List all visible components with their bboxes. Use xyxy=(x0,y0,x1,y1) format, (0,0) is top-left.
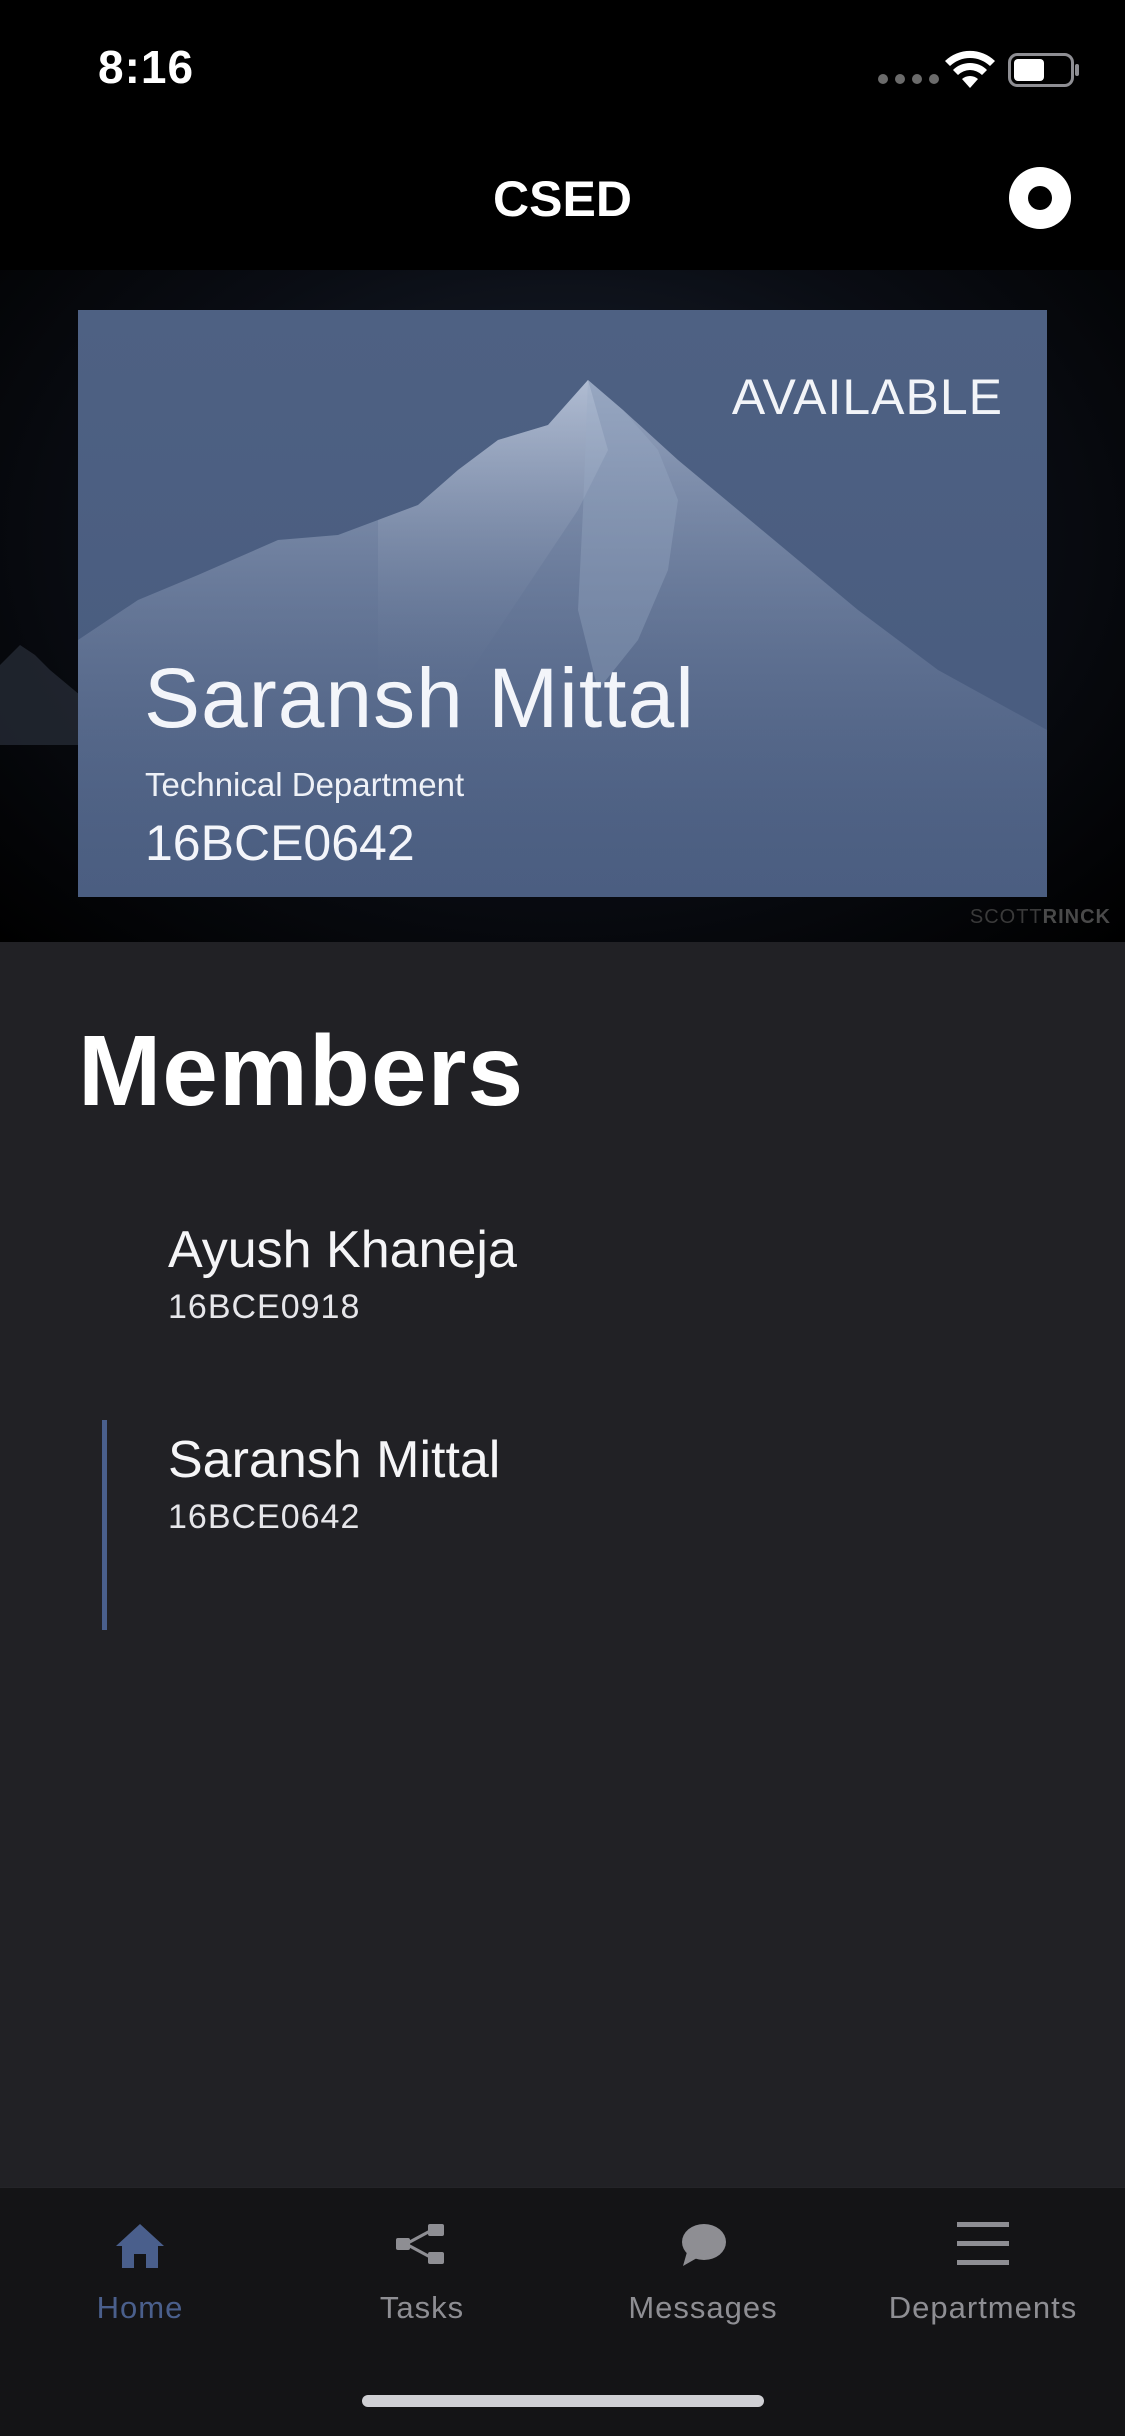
cellular-signal-icon xyxy=(878,74,939,84)
record-button[interactable] xyxy=(1009,167,1071,229)
tab-label: Home xyxy=(96,2290,184,2325)
tab-label: Tasks xyxy=(379,2290,465,2325)
member-id: 16BCE0918 xyxy=(168,1288,361,1326)
photo-credit-watermark: SCOTTRINCK xyxy=(969,906,1111,928)
wifi-icon xyxy=(945,50,995,88)
battery-icon xyxy=(1008,53,1079,87)
tab-label: Departments xyxy=(888,2290,1078,2325)
share-nodes-icon xyxy=(396,2224,444,2264)
profile-department: Technical Department xyxy=(145,766,465,803)
tab-departments[interactable]: Departments xyxy=(858,2216,1108,2356)
tab-label: Messages xyxy=(628,2290,778,2325)
home-indicator[interactable] xyxy=(362,2395,764,2407)
profile-id: 16BCE0642 xyxy=(145,815,415,871)
page-title: CSED xyxy=(493,171,632,227)
status-time: 8:16 xyxy=(98,41,195,93)
status-bar: 8:16 xyxy=(0,0,1125,135)
member-id: 16BCE0642 xyxy=(168,1498,361,1536)
record-icon xyxy=(1028,186,1052,210)
tab-home[interactable]: Home xyxy=(15,2216,265,2356)
member-name: Saransh Mittal xyxy=(168,1431,501,1489)
tab-tasks[interactable]: Tasks xyxy=(297,2216,547,2356)
profile-hero: AVAILABLE Saransh Mittal Technical Depar… xyxy=(0,270,1125,942)
member-name: Ayush Khaneja xyxy=(168,1221,517,1279)
members-heading: Members xyxy=(78,1015,525,1127)
profile-name: Saransh Mittal xyxy=(144,651,695,745)
menu-icon xyxy=(957,2222,1009,2265)
screen: 8:16 CSED AVAILABLE Saransh Mittal Techn… xyxy=(0,0,1125,2436)
tab-messages[interactable]: Messages xyxy=(578,2216,828,2356)
profile-card[interactable]: AVAILABLE Saransh Mittal Technical Depar… xyxy=(78,310,1047,897)
members-section: Members Ayush Khaneja 16BCE0918 Saransh … xyxy=(0,942,1125,2187)
home-icon xyxy=(116,2224,164,2268)
availability-status: AVAILABLE xyxy=(731,369,1003,425)
member-row[interactable]: Ayush Khaneja 16BCE0918 xyxy=(102,1220,1002,1430)
member-row-selected[interactable]: Saransh Mittal 16BCE0642 xyxy=(102,1420,1002,1640)
mountain-silhouette xyxy=(0,645,80,745)
chat-bubble-icon xyxy=(682,2224,726,2266)
